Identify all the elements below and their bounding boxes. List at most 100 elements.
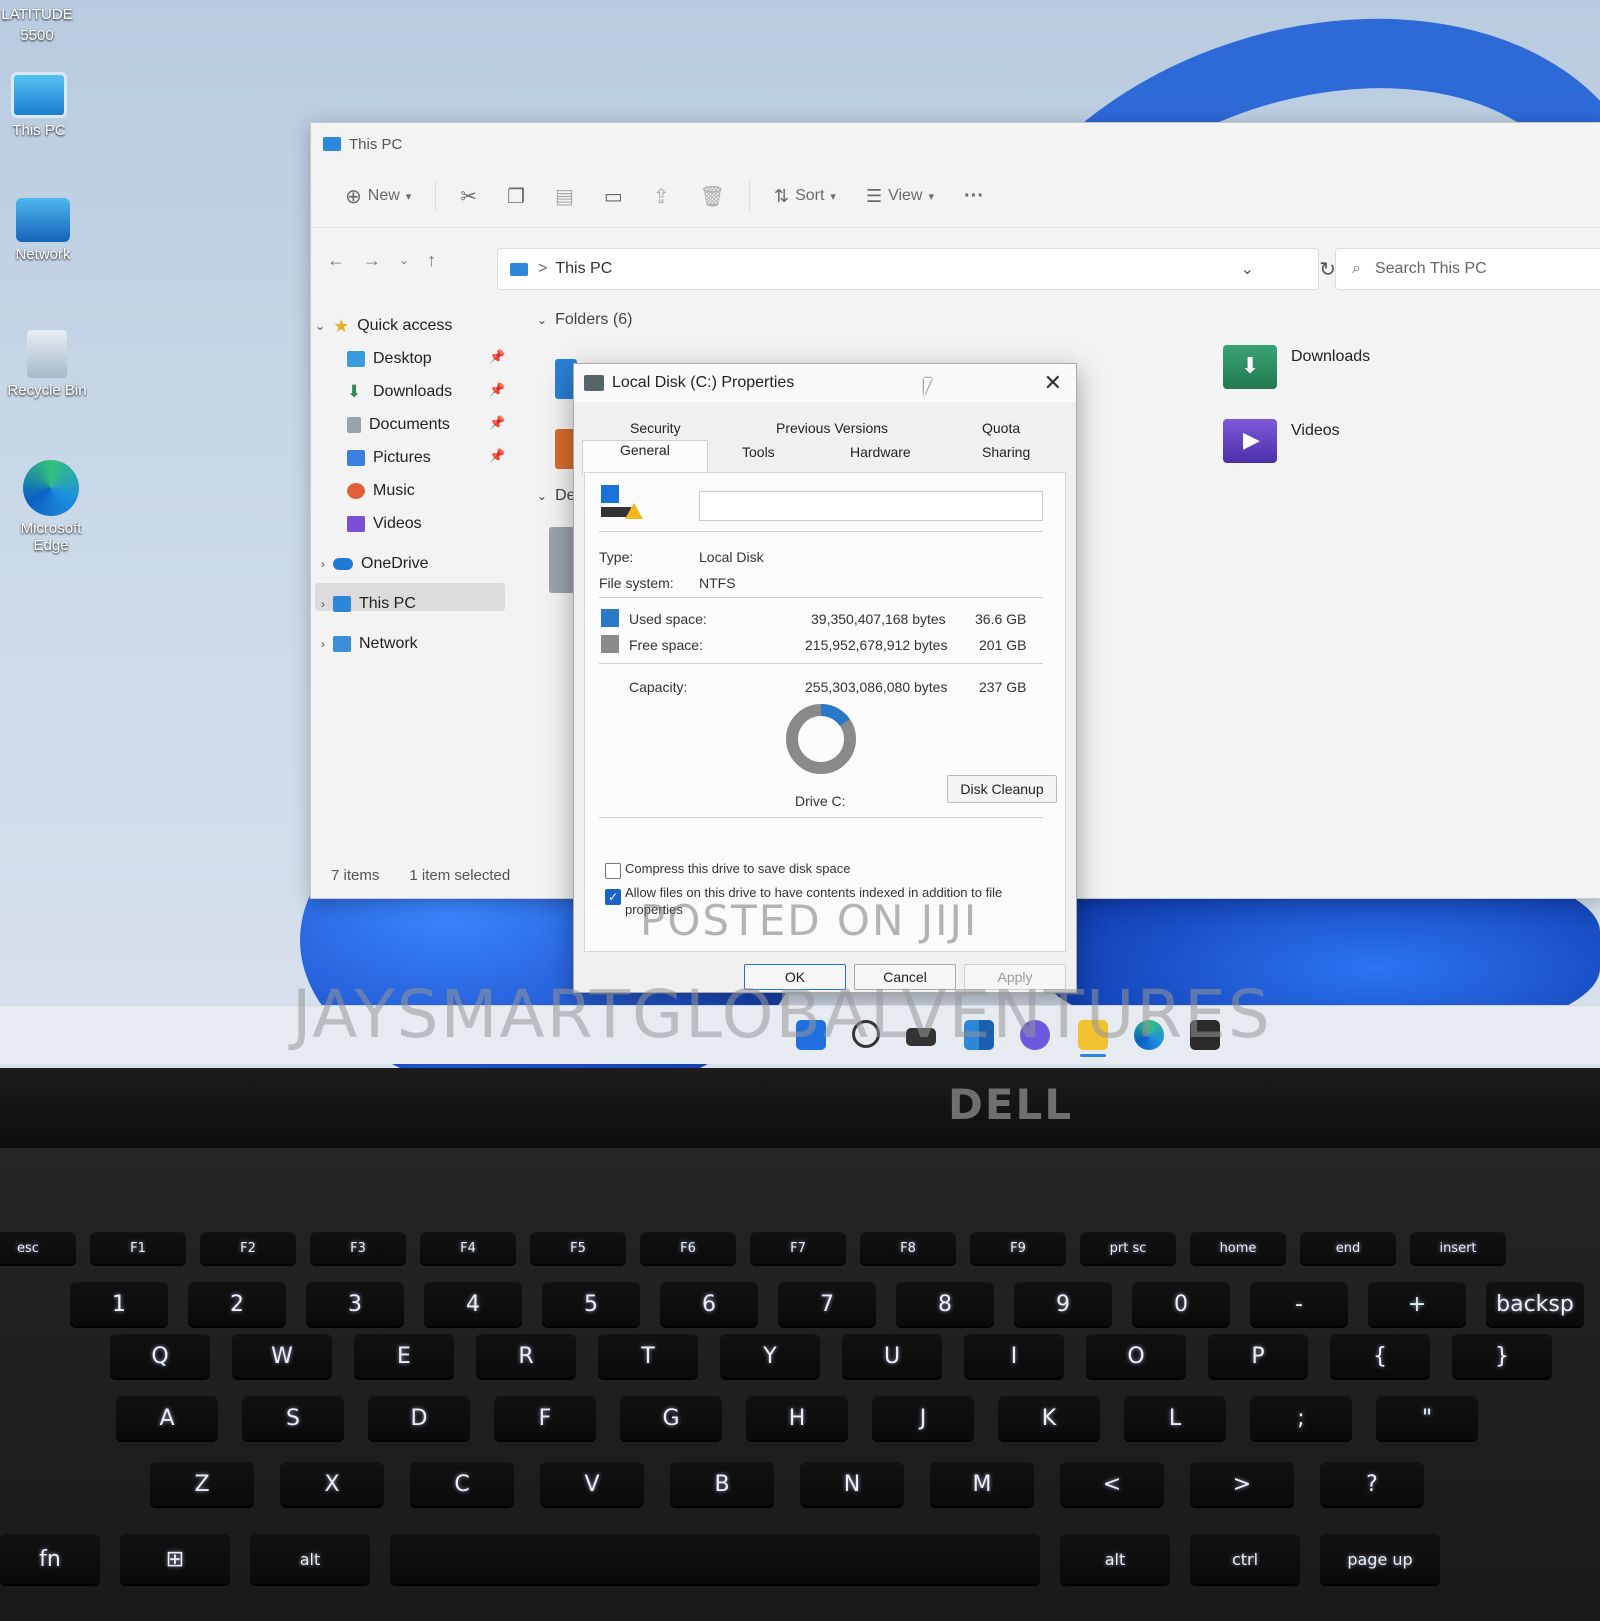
key[interactable]: 7	[778, 1282, 876, 1326]
key[interactable]: L	[1124, 1396, 1226, 1440]
key[interactable]: 2	[188, 1282, 286, 1326]
key[interactable]: +	[1368, 1282, 1466, 1326]
new-button[interactable]: ⊕ New ▾	[333, 178, 423, 215]
key[interactable]: {	[1330, 1334, 1430, 1378]
key[interactable]: G	[620, 1396, 722, 1440]
paste-button[interactable]: ▤	[543, 178, 586, 215]
key[interactable]: O	[1086, 1334, 1186, 1378]
key[interactable]: }	[1452, 1334, 1552, 1378]
key[interactable]	[390, 1534, 1040, 1584]
nav-item-network[interactable]: › Network	[321, 629, 418, 659]
key[interactable]: <	[1060, 1462, 1164, 1506]
key[interactable]: -	[1250, 1282, 1348, 1326]
key[interactable]: 5	[542, 1282, 640, 1326]
forward-arrow-icon[interactable]: →	[363, 250, 381, 271]
key[interactable]: N	[800, 1462, 904, 1506]
nav-item-pictures[interactable]: Pictures	[347, 443, 431, 473]
close-button[interactable]: ✕	[1044, 370, 1062, 396]
sort-button[interactable]: ⇅ Sort ▾	[762, 180, 848, 213]
key[interactable]: alt	[250, 1534, 370, 1584]
key[interactable]: Q	[110, 1334, 210, 1378]
key[interactable]: W	[232, 1334, 332, 1378]
view-button[interactable]: ☰ View ▾	[854, 180, 946, 213]
key[interactable]: ctrl	[1190, 1534, 1300, 1584]
key[interactable]: F3	[310, 1232, 406, 1264]
rename-button[interactable]: ▭	[592, 178, 635, 215]
nav-item-music[interactable]: Music	[347, 476, 415, 506]
key[interactable]: backsp	[1486, 1282, 1584, 1326]
key[interactable]: page up	[1320, 1534, 1440, 1584]
key[interactable]: F6	[640, 1232, 736, 1264]
tab-general[interactable]: General	[620, 442, 670, 458]
disk-cleanup-button[interactable]: Disk Cleanup	[947, 775, 1057, 803]
key[interactable]: alt	[1060, 1534, 1170, 1584]
tab-previous-versions[interactable]: Previous Versions	[776, 420, 888, 436]
cut-button[interactable]: ✂	[448, 178, 489, 215]
up-arrow-icon[interactable]: ↑	[427, 250, 436, 271]
tab-hardware[interactable]: Hardware	[850, 444, 911, 460]
key[interactable]: K	[998, 1396, 1100, 1440]
desktop-icon-recycle-bin[interactable]: Recycle Bin	[2, 330, 92, 399]
address-bar[interactable]: > This PC ⌄ ↻	[497, 248, 1336, 290]
key[interactable]: 1	[70, 1282, 168, 1326]
folders-group-header[interactable]: ⌄ Folders (6)	[537, 311, 632, 329]
key[interactable]: 6	[660, 1282, 758, 1326]
key[interactable]: H	[746, 1396, 848, 1440]
nav-item-desktop[interactable]: Desktop	[347, 344, 432, 374]
key[interactable]: E	[354, 1334, 454, 1378]
tab-tools[interactable]: Tools	[742, 444, 775, 460]
key[interactable]: >	[1190, 1462, 1294, 1506]
desktop-icon-network[interactable]: Network	[0, 198, 88, 263]
tab-sharing[interactable]: Sharing	[982, 444, 1030, 460]
key[interactable]: A	[116, 1396, 218, 1440]
key[interactable]: F2	[200, 1232, 296, 1264]
nav-item-documents[interactable]: Documents	[347, 410, 450, 440]
key[interactable]: fn	[0, 1534, 100, 1584]
tab-security[interactable]: Security	[630, 420, 681, 436]
key[interactable]: F5	[530, 1232, 626, 1264]
share-button[interactable]: ⇪	[641, 178, 682, 215]
key[interactable]: F7	[750, 1232, 846, 1264]
desktop-icon-this-pc[interactable]: This PC	[0, 72, 84, 139]
key[interactable]: F1	[90, 1232, 186, 1264]
compress-checkbox[interactable]	[605, 863, 621, 879]
nav-item-this-pc[interactable]: › This PC	[321, 589, 416, 619]
key[interactable]: prt sc	[1080, 1232, 1176, 1264]
index-checkbox[interactable]: ✓	[605, 889, 621, 905]
key[interactable]: F9	[970, 1232, 1066, 1264]
key[interactable]: U	[842, 1334, 942, 1378]
key[interactable]: end	[1300, 1232, 1396, 1264]
key[interactable]: esc	[0, 1232, 76, 1264]
key[interactable]: home	[1190, 1232, 1286, 1264]
devices-group-header[interactable]: ⌄ De	[537, 487, 576, 505]
key[interactable]: 9	[1014, 1282, 1112, 1326]
search-box[interactable]: ⌕ Search This PC	[1335, 248, 1600, 290]
nav-item-quick-access[interactable]: ⌄ ★ Quick access	[315, 311, 452, 341]
recent-chevron-icon[interactable]: ⌄	[399, 253, 409, 267]
key[interactable]: Y	[720, 1334, 820, 1378]
key[interactable]: T	[598, 1334, 698, 1378]
key[interactable]: F8	[860, 1232, 956, 1264]
key[interactable]: M	[930, 1462, 1034, 1506]
key[interactable]: B	[670, 1462, 774, 1506]
back-arrow-icon[interactable]: ←	[327, 250, 345, 271]
key[interactable]: "	[1376, 1396, 1478, 1440]
volume-name-input[interactable]	[699, 491, 1043, 521]
key[interactable]: 4	[424, 1282, 522, 1326]
tab-quota[interactable]: Quota	[982, 420, 1020, 436]
key[interactable]: J	[872, 1396, 974, 1440]
key[interactable]: C	[410, 1462, 514, 1506]
key[interactable]: V	[540, 1462, 644, 1506]
key[interactable]: ⊞	[120, 1534, 230, 1584]
folder-tile-downloads[interactable]: ⬇ Downloads	[1223, 345, 1370, 389]
key[interactable]: ?	[1320, 1462, 1424, 1506]
breadcrumb-item[interactable]: This PC	[555, 260, 612, 278]
key[interactable]: X	[280, 1462, 384, 1506]
key[interactable]: ;	[1250, 1396, 1352, 1440]
key[interactable]: 3	[306, 1282, 404, 1326]
key[interactable]: 0	[1132, 1282, 1230, 1326]
copy-button[interactable]: ❐	[495, 178, 537, 215]
nav-item-videos[interactable]: Videos	[347, 509, 422, 539]
key[interactable]: 8	[896, 1282, 994, 1326]
nav-item-downloads[interactable]: ⬇ Downloads	[347, 377, 452, 407]
